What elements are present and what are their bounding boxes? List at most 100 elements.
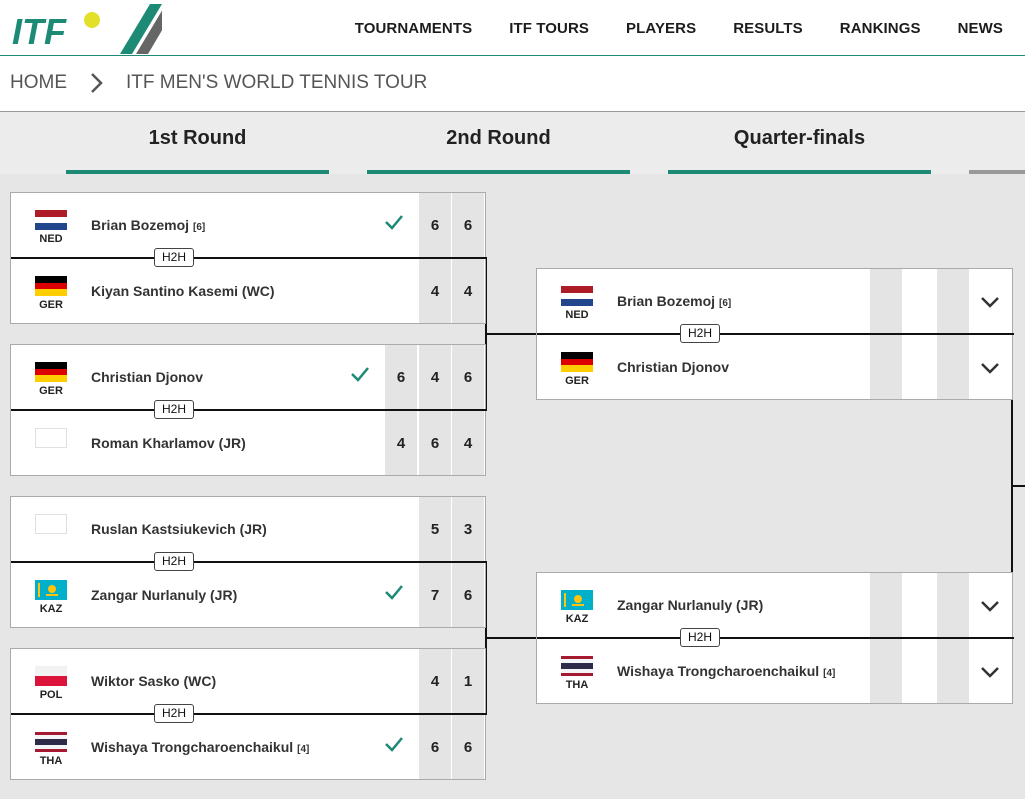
player-name[interactable]: Zangar Nurlanuly (JR) [617, 597, 763, 613]
player-row[interactable]: KAZ Zangar Nurlanuly (JR) [537, 573, 1012, 638]
set-score: 6 [463, 739, 473, 756]
bracket-connector [1011, 485, 1025, 487]
player-row[interactable]: NED Brian Bozemoj [6] [537, 269, 1012, 334]
poland-flag-icon [35, 666, 67, 686]
set-score: 6 [430, 217, 440, 234]
player-row[interactable]: NED Brian Bozemoj [6] 6 6 [11, 193, 485, 258]
round-tabs: 1st Round 2nd Round Quarter-finals [0, 112, 1025, 174]
chevron-down-icon[interactable] [980, 361, 1000, 375]
tab-2nd-round[interactable]: 2nd Round [367, 112, 630, 174]
nav-players[interactable]: PLAYERS [626, 20, 696, 37]
set-score: 6 [430, 739, 440, 756]
tab-quarter-finals[interactable]: Quarter-finals [668, 112, 931, 174]
country-code: GER [39, 385, 63, 397]
chevron-down-icon[interactable] [980, 665, 1000, 679]
tab-label: Quarter-finals [733, 127, 866, 149]
breadcrumb: HOME ITF MEN'S WORLD TENNIS TOUR [0, 56, 1025, 112]
tab-underline [668, 170, 931, 174]
set-score: 4 [463, 283, 473, 300]
match-card[interactable]: NED Brian Bozemoj [6] 6 6 H2H GER Kiyan S… [10, 192, 487, 324]
set-score: 3 [463, 521, 473, 538]
player-row[interactable]: KAZ Zangar Nurlanuly (JR) 7 6 [11, 563, 485, 628]
set-score: 4 [396, 435, 406, 452]
tab-1st-round[interactable]: 1st Round [66, 112, 329, 174]
player-name[interactable]: Roman Kharlamov (JR) [91, 435, 246, 451]
tab-next-round[interactable] [969, 112, 1025, 174]
country-code: GER [39, 299, 63, 311]
bracket-connector [485, 637, 537, 639]
match-card[interactable]: NED Brian Bozemoj [6] H2H GER Christian D… [536, 268, 1014, 400]
player-name[interactable]: Wishaya Trongcharoenchaikul [4] [91, 739, 309, 755]
player-name[interactable]: Ruslan Kastsiukevich (JR) [91, 521, 267, 537]
country-code: GER [565, 375, 589, 387]
player-name[interactable]: Kiyan Santino Kasemi (WC) [91, 283, 275, 299]
set-score: 4 [430, 283, 440, 300]
nav-rankings[interactable]: RANKINGS [840, 20, 921, 37]
player-name[interactable]: Wishaya Trongcharoenchaikul [4] [617, 663, 835, 679]
flag-placeholder-icon [35, 428, 67, 448]
player-name[interactable]: Brian Bozemoj [6] [91, 217, 205, 233]
thailand-flag-icon [561, 656, 593, 676]
country-code: THA [39, 755, 63, 767]
nav-itf-tours[interactable]: ITF TOURS [509, 20, 589, 37]
country-code: NED [565, 309, 589, 321]
svg-text:ITF: ITF [12, 11, 67, 52]
kazakhstan-flag-icon [561, 590, 593, 610]
player-row[interactable]: Ruslan Kastsiukevich (JR) 5 3 [11, 497, 485, 562]
set-score: 6 [430, 435, 440, 452]
match-card[interactable]: Ruslan Kastsiukevich (JR) 5 3 H2H KAZ Za… [10, 496, 487, 628]
country-code: THA [565, 679, 589, 691]
player-name[interactable]: Christian Djonov [91, 369, 203, 385]
netherlands-flag-icon [561, 286, 593, 306]
seed: [4] [297, 744, 310, 755]
player-name[interactable]: Brian Bozemoj [6] [617, 293, 731, 309]
seed: [4] [823, 668, 836, 679]
player-name[interactable]: Christian Djonov [617, 359, 729, 375]
germany-flag-icon [35, 362, 67, 382]
player-row[interactable]: THA Wishaya Trongcharoenchaikul [4] [537, 639, 1012, 704]
site-header: ITF TOURNAMENTS ITF TOURS PLAYERS RESULT… [0, 0, 1025, 56]
country-code: NED [39, 233, 63, 245]
tab-label: 1st Round [148, 127, 247, 149]
winner-check-icon [384, 583, 404, 601]
nav-results[interactable]: RESULTS [733, 20, 803, 37]
tab-underline [367, 170, 630, 174]
match-card[interactable]: GER Christian Djonov 6 4 6 H2H Roman Kha… [10, 344, 487, 476]
seed: [6] [193, 222, 206, 233]
match-card[interactable]: KAZ Zangar Nurlanuly (JR) H2H THA Wishay… [536, 572, 1014, 704]
nav-tournaments[interactable]: TOURNAMENTS [355, 20, 473, 37]
player-row[interactable]: GER Christian Djonov [537, 335, 1012, 400]
winner-check-icon [384, 735, 404, 753]
player-row[interactable]: GER Christian Djonov 6 4 6 [11, 345, 485, 410]
set-score: 7 [430, 587, 440, 604]
player-name[interactable]: Zangar Nurlanuly (JR) [91, 587, 237, 603]
main-nav: TOURNAMENTS ITF TOURS PLAYERS RESULTS RA… [318, 0, 1003, 56]
match-card[interactable]: POL Wiktor Sasko (WC) 4 1 H2H THA Wishay… [10, 648, 487, 780]
chevron-down-icon[interactable] [980, 599, 1000, 613]
winner-check-icon [384, 213, 404, 231]
germany-flag-icon [35, 276, 67, 296]
breadcrumb-home[interactable]: HOME [10, 72, 67, 94]
set-score: 4 [463, 435, 473, 452]
player-row[interactable]: THA Wishaya Trongcharoenchaikul [4] 6 6 [11, 715, 485, 780]
flag-placeholder-icon [35, 514, 67, 534]
netherlands-flag-icon [35, 210, 67, 230]
chevron-down-icon[interactable] [980, 295, 1000, 309]
nav-news[interactable]: NEWS [958, 20, 1003, 37]
player-row[interactable]: GER Kiyan Santino Kasemi (WC) 4 4 [11, 259, 485, 324]
set-score: 4 [430, 369, 440, 386]
player-row[interactable]: POL Wiktor Sasko (WC) 4 1 [11, 649, 485, 714]
tab-underline [66, 170, 329, 174]
set-score: 5 [430, 521, 440, 538]
set-score: 6 [463, 217, 473, 234]
country-code: KAZ [39, 603, 63, 615]
set-score: 1 [463, 673, 473, 690]
player-name[interactable]: Wiktor Sasko (WC) [91, 673, 216, 689]
set-score: 6 [463, 587, 473, 604]
thailand-flag-icon [35, 732, 67, 752]
player-row[interactable]: Roman Kharlamov (JR) 4 6 4 [11, 411, 485, 476]
set-score: 6 [463, 369, 473, 386]
breadcrumb-current[interactable]: ITF MEN'S WORLD TENNIS TOUR [126, 72, 427, 94]
itf-logo[interactable]: ITF [12, 4, 162, 54]
set-score: 4 [430, 673, 440, 690]
